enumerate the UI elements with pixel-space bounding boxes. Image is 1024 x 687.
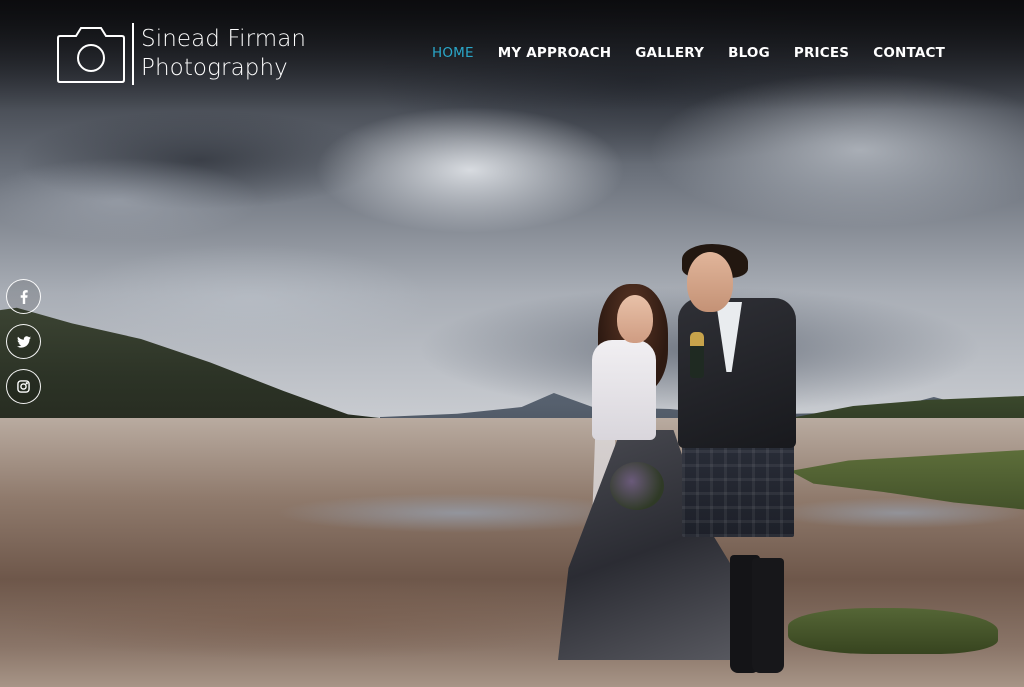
nav-prices[interactable]: PRICES [794,44,849,62]
instagram-button[interactable] [6,369,41,404]
nav-contact[interactable]: CONTACT [873,44,945,62]
logo-divider [132,23,134,85]
logo-line-2: Photography [141,55,288,81]
main-nav: HOME MY APPROACH GALLERY BLOG PRICES CON… [432,44,945,62]
champagne-bottle [690,332,704,378]
bride-face [617,295,653,343]
social-links [6,279,41,404]
logo-wordmark: Sinead Firman Photography [141,25,306,83]
facebook-button[interactable] [6,279,41,314]
logo-line-1: Sinead Firman [141,26,307,52]
homepage: Sinead Firman Photography HOME MY APPROA… [0,0,1024,687]
site-logo[interactable]: Sinead Firman Photography [56,22,306,86]
nav-blog[interactable]: BLOG [728,44,770,62]
twitter-icon [16,335,31,348]
groom-boot-right [752,558,784,673]
bouquet [610,462,664,510]
twitter-button[interactable] [6,324,41,359]
wedding-couple [550,240,810,680]
facebook-icon [20,289,28,304]
grass-tuft [788,608,998,654]
nav-my-approach[interactable]: MY APPROACH [498,44,612,62]
nav-home[interactable]: HOME [432,44,474,62]
instagram-icon [17,380,30,393]
groom-face [687,252,733,312]
nav-gallery[interactable]: GALLERY [635,44,704,62]
camera-icon [56,24,126,84]
bride-lace-top [592,340,656,440]
